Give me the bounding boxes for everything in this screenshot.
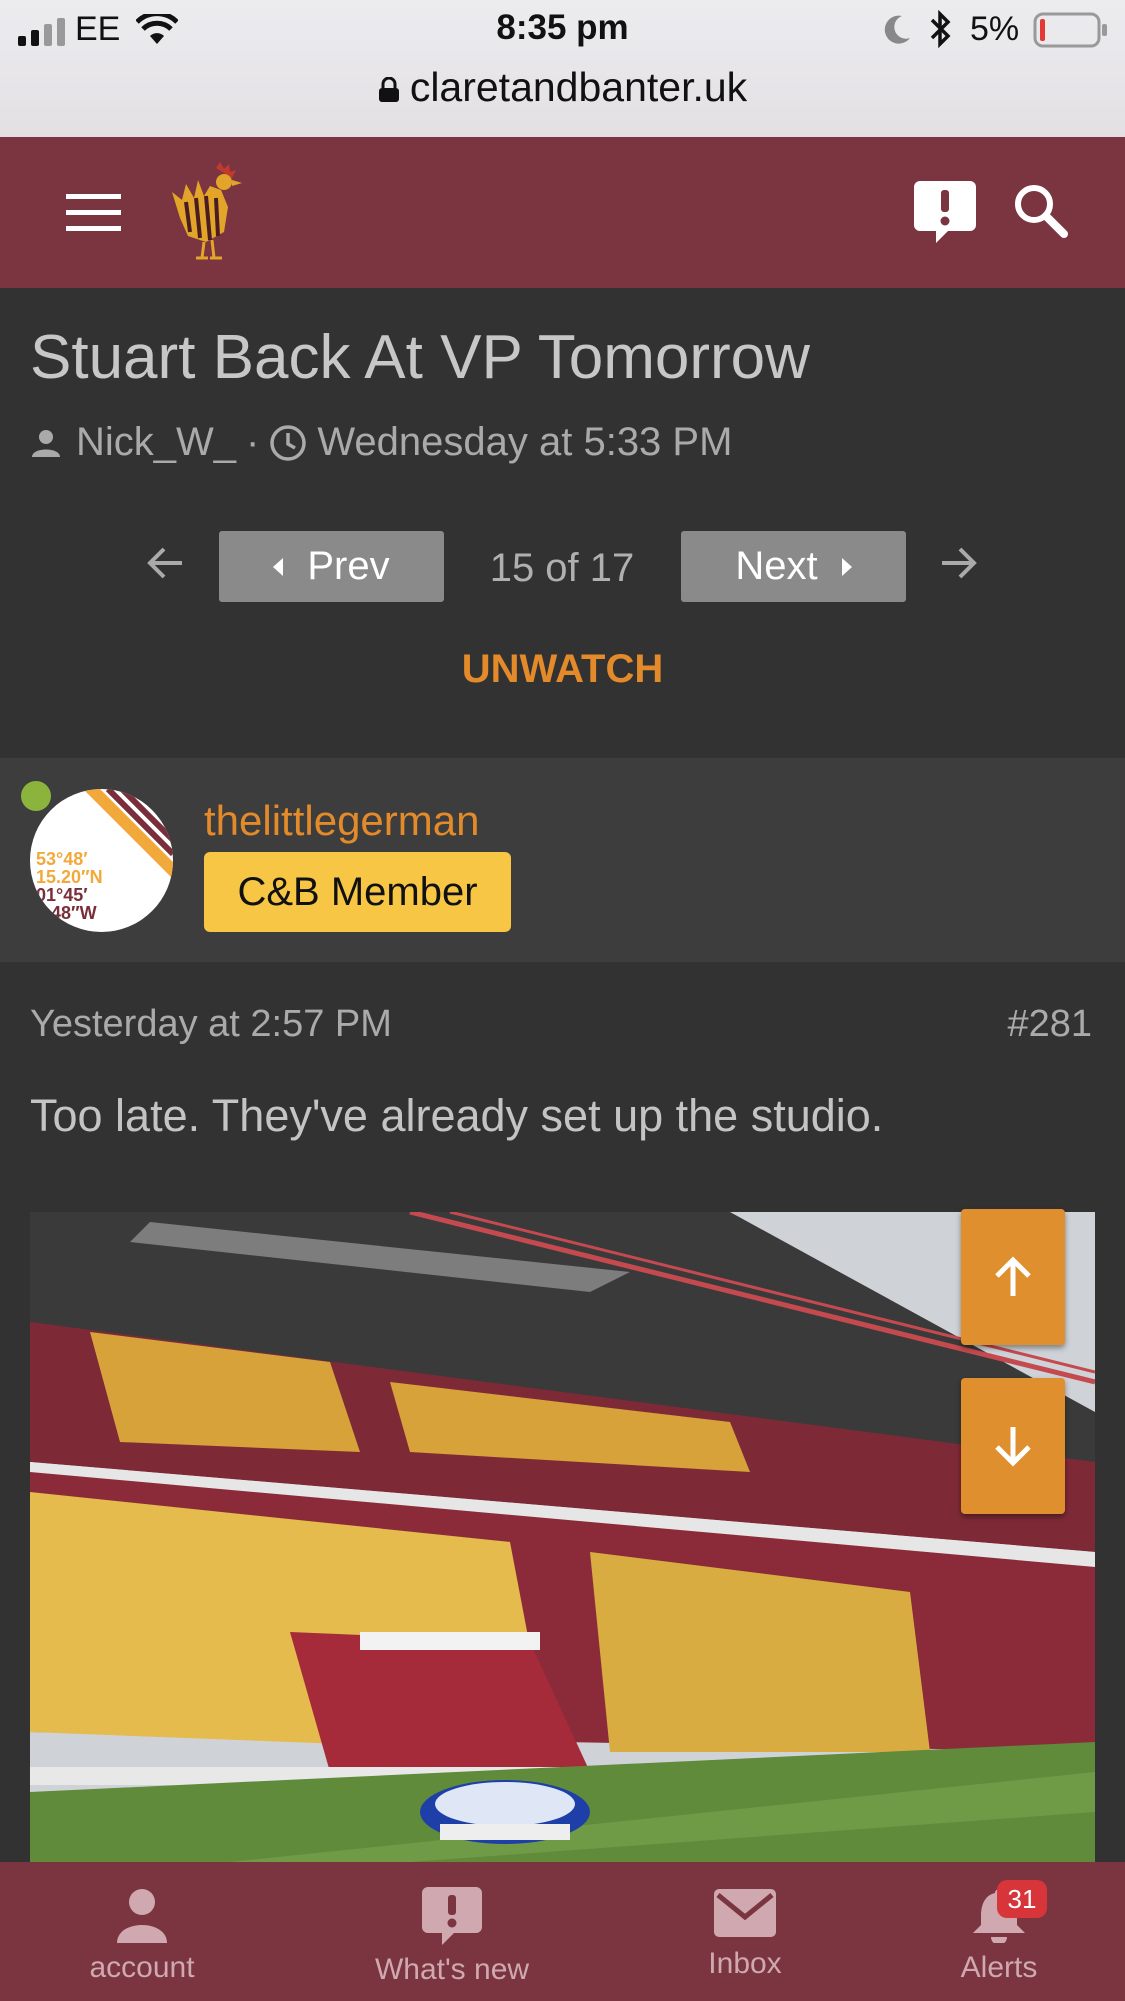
- envelope-icon: [714, 1889, 776, 1937]
- caret-right-icon: [841, 557, 852, 576]
- nav-whats-new[interactable]: What's new: [352, 1862, 552, 2001]
- meta-separator: ·: [246, 420, 260, 464]
- thread-meta: Nick_W_ · Wednesday at 5:33 PM: [30, 420, 732, 465]
- thread-title: Stuart Back At VP Tomorrow: [30, 323, 810, 392]
- avatar-line-3: 01°45′: [36, 885, 88, 905]
- next-label: Next: [735, 544, 818, 588]
- first-page-arrow-icon[interactable]: [146, 545, 184, 581]
- avatar[interactable]: 53°48′ 15.20″N 01°45′ 8.48″W: [30, 789, 173, 932]
- search-icon[interactable]: [1012, 182, 1068, 238]
- hamburger-icon[interactable]: [66, 194, 121, 232]
- address-bar[interactable]: claretandbanter.uk: [0, 64, 1125, 111]
- site-header: [0, 137, 1125, 288]
- battery-percent: 5%: [970, 10, 1020, 48]
- alerts-count-badge: 31: [997, 1880, 1047, 1918]
- battery-icon: [1033, 12, 1107, 48]
- thread-date[interactable]: Wednesday at 5:33 PM: [317, 420, 732, 465]
- lock-icon: [378, 77, 399, 103]
- scroll-up-button[interactable]: [961, 1209, 1065, 1345]
- status-bar: EE 8:35 pm 5% claretandbanter.uk: [0, 0, 1125, 137]
- stadium-photo: [30, 1212, 1095, 1862]
- user-title-badge: C&B Member: [204, 852, 511, 932]
- post-date[interactable]: Yesterday at 2:57 PM: [30, 1003, 392, 1046]
- post-username[interactable]: thelittlegerman: [204, 797, 479, 845]
- moon-icon: [884, 15, 910, 44]
- page-indicator[interactable]: 15 of 17: [480, 546, 644, 591]
- post-text: Too late. They've already set up the stu…: [30, 1090, 884, 1141]
- prev-button[interactable]: Prev: [219, 531, 444, 602]
- alert-bubble-icon[interactable]: [914, 181, 976, 245]
- scroll-down-button[interactable]: [961, 1378, 1065, 1514]
- person-icon: [117, 1889, 167, 1943]
- avatar-line-1: 53°48′: [36, 849, 88, 869]
- last-page-arrow-icon[interactable]: [940, 545, 978, 581]
- thread-author[interactable]: Nick_W_: [76, 420, 236, 465]
- nav-account[interactable]: account: [52, 1862, 232, 2001]
- nav-alerts-label: Alerts: [960, 1951, 1038, 1984]
- nav-whats-new-label: What's new: [374, 1953, 530, 1986]
- arrow-up-icon: [995, 1256, 1031, 1296]
- bluetooth-icon: [930, 10, 951, 48]
- post-number[interactable]: #281: [1007, 1003, 1092, 1046]
- nav-account-label: account: [89, 1951, 195, 1984]
- unwatch-button[interactable]: UNWATCH: [0, 647, 1125, 692]
- rooster-logo[interactable]: [166, 162, 246, 262]
- bottom-nav: account What's new Inbox Alerts: [0, 1862, 1125, 2001]
- nav-inbox[interactable]: Inbox: [655, 1862, 835, 2001]
- avatar-image: 53°48′ 15.20″N 01°45′ 8.48″W: [36, 789, 173, 923]
- arrow-down-icon: [995, 1427, 1031, 1467]
- nav-inbox-label: Inbox: [708, 1947, 782, 1980]
- prev-label: Prev: [307, 544, 390, 588]
- status-time: 8:35 pm: [496, 8, 629, 47]
- person-icon: [32, 429, 60, 457]
- avatar-line-2: 15.20″N: [36, 867, 103, 887]
- clock-icon: [270, 424, 307, 461]
- caret-left-icon: [273, 557, 284, 576]
- online-indicator: [21, 781, 51, 811]
- next-button[interactable]: Next: [681, 531, 906, 602]
- url-text: claretandbanter.uk: [409, 64, 748, 110]
- alert-bubble-icon: [422, 1887, 482, 1945]
- post-image[interactable]: [30, 1212, 1095, 1862]
